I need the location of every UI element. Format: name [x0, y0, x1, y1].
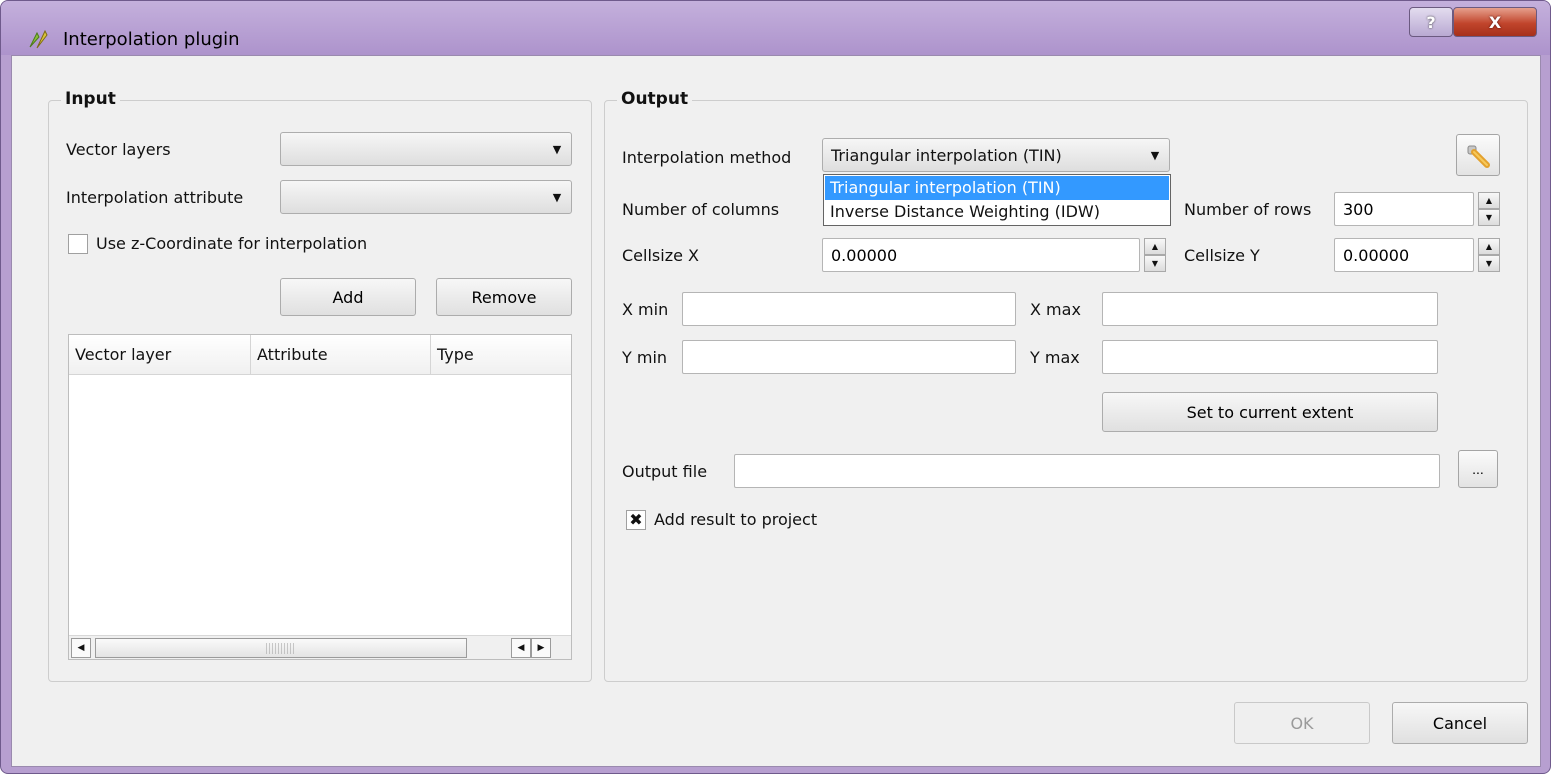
add-result-label: Add result to project	[654, 510, 818, 529]
chevron-down-icon: ▼	[552, 142, 562, 156]
spin-down-icon[interactable]: ▼	[1478, 255, 1500, 272]
xmax-field[interactable]	[1102, 292, 1438, 326]
column-header-type[interactable]: Type	[431, 335, 573, 375]
interpolation-attribute-combo[interactable]: ▼	[280, 180, 572, 214]
chevron-down-icon: ▼	[552, 190, 562, 204]
cellsize-x-spinner[interactable]: ▲ ▼	[1144, 238, 1166, 272]
grip-icon	[266, 643, 296, 654]
rows-field[interactable]: 300	[1334, 192, 1474, 226]
xmin-label: X min	[622, 300, 669, 319]
scrollbar-thumb[interactable]	[95, 638, 467, 658]
spin-up-icon[interactable]: ▲	[1478, 238, 1500, 255]
vector-layers-combo[interactable]: ▼	[280, 132, 572, 166]
wrench-icon	[1467, 145, 1490, 168]
cellsize-y-label: Cellsize Y	[1184, 246, 1260, 265]
cellsize-y-value: 0.00000	[1343, 246, 1410, 265]
cellsize-x-field[interactable]: 0.00000	[822, 238, 1140, 272]
spin-down-icon[interactable]: ▼	[1144, 255, 1166, 272]
spin-down-icon[interactable]: ▼	[1478, 209, 1500, 226]
title-bar[interactable]: Interpolation plugin ? X	[1, 1, 1550, 55]
browse-button[interactable]: ...	[1458, 450, 1498, 488]
output-group-title: Output	[617, 89, 693, 109]
ymin-field[interactable]	[682, 340, 1016, 374]
interpolation-method-value: Triangular interpolation (TIN)	[831, 146, 1062, 165]
help-button[interactable]: ?	[1409, 7, 1453, 37]
plugin-icon	[29, 29, 48, 49]
window-title: Interpolation plugin	[63, 29, 240, 50]
interpolation-dialog: Interpolation plugin ? X Input Vector la…	[0, 0, 1551, 774]
close-button[interactable]: X	[1453, 7, 1537, 37]
ymin-label: Y min	[622, 348, 668, 367]
set-current-extent-button[interactable]: Set to current extent	[1102, 392, 1438, 432]
remove-button[interactable]: Remove	[436, 278, 572, 316]
interpolation-method-combo[interactable]: Triangular interpolation (TIN) ▼	[822, 138, 1170, 172]
scroll-left-icon[interactable]: ◀	[71, 638, 91, 658]
xmin-field[interactable]	[682, 292, 1016, 326]
method-option-idw[interactable]: Inverse Distance Weighting (IDW)	[825, 200, 1169, 224]
cellsize-y-spinner[interactable]: ▲ ▼	[1478, 238, 1500, 272]
scroll-left-icon[interactable]: ◀	[511, 638, 531, 658]
cancel-button[interactable]: Cancel	[1392, 702, 1528, 744]
dialog-body: Input Vector layers ▼ Interpolation attr…	[11, 55, 1541, 767]
spin-up-icon[interactable]: ▲	[1144, 238, 1166, 255]
input-group-title: Input	[61, 89, 120, 109]
interpolation-attribute-label: Interpolation attribute	[66, 188, 244, 207]
column-header-attribute[interactable]: Attribute	[251, 335, 431, 375]
cellsize-x-value: 0.00000	[831, 246, 898, 265]
output-file-field[interactable]	[734, 454, 1440, 488]
horizontal-scrollbar[interactable]: ◀ ◀ ▶	[69, 635, 571, 659]
scroll-right-icon[interactable]: ▶	[531, 638, 551, 658]
rows-spinner[interactable]: ▲ ▼	[1478, 192, 1500, 226]
ymax-label: Y max	[1030, 348, 1080, 367]
use-z-label: Use z-Coordinate for interpolation	[96, 234, 368, 253]
xmax-label: X max	[1030, 300, 1081, 319]
method-option-tin[interactable]: Triangular interpolation (TIN)	[825, 176, 1169, 200]
use-z-checkbox[interactable]	[68, 234, 88, 254]
add-result-checkbox[interactable]: ✖	[626, 510, 646, 530]
table-header: Vector layer Attribute Type	[69, 335, 571, 375]
output-file-label: Output file	[622, 462, 708, 481]
vector-layers-label: Vector layers	[66, 140, 171, 159]
ok-button[interactable]: OK	[1234, 702, 1370, 744]
interpolation-method-label: Interpolation method	[622, 148, 792, 167]
ymax-field[interactable]	[1102, 340, 1438, 374]
cellsize-y-field[interactable]: 0.00000	[1334, 238, 1474, 272]
interpolation-method-dropdown[interactable]: Triangular interpolation (TIN) Inverse D…	[823, 174, 1171, 226]
rows-value: 300	[1343, 200, 1374, 219]
columns-label: Number of columns	[622, 200, 780, 219]
cellsize-x-label: Cellsize X	[622, 246, 699, 265]
rows-label: Number of rows	[1184, 200, 1312, 219]
spin-up-icon[interactable]: ▲	[1478, 192, 1500, 209]
layer-table[interactable]: Vector layer Attribute Type ◀ ◀ ▶	[68, 334, 572, 660]
settings-button[interactable]	[1456, 134, 1500, 176]
add-button[interactable]: Add	[280, 278, 416, 316]
chevron-down-icon: ▼	[1150, 148, 1160, 162]
column-header-vector-layer[interactable]: Vector layer	[69, 335, 251, 375]
